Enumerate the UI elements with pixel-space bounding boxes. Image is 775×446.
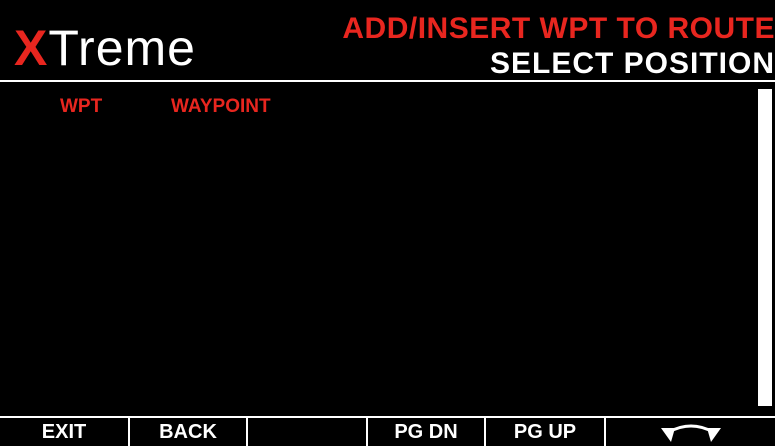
softkey-bar: EXIT BACK PG DN PG UP	[0, 416, 775, 446]
exit-button[interactable]: EXIT	[0, 418, 130, 446]
page-subtitle: SELECT POSITION	[489, 47, 775, 80]
logo-text: Treme	[48, 20, 196, 76]
back-button[interactable]: BACK	[130, 418, 248, 446]
column-header-wpt: WPT	[60, 96, 103, 117]
page-up-button[interactable]: PG UP	[486, 418, 606, 446]
page-title: ADD/INSERT WPT TO ROUTE	[342, 12, 775, 45]
mfd-screen: XTreme ADD/INSERT WPT TO ROUTE SELECT PO…	[0, 0, 775, 446]
waypoint-list[interactable]: WPT WAYPOINT	[0, 82, 775, 414]
header: XTreme ADD/INSERT WPT TO ROUTE SELECT PO…	[0, 0, 775, 80]
page-down-button[interactable]: PG DN	[368, 418, 486, 446]
scrollbar[interactable]	[758, 89, 772, 406]
rotate-knob-button[interactable]	[606, 418, 775, 446]
rotate-knob-icon	[660, 424, 721, 442]
logo-x: X	[14, 20, 49, 76]
column-header-waypoint: WAYPOINT	[171, 96, 271, 117]
xtreme-logo: XTreme	[14, 18, 196, 78]
blank-softkey[interactable]	[248, 418, 368, 446]
